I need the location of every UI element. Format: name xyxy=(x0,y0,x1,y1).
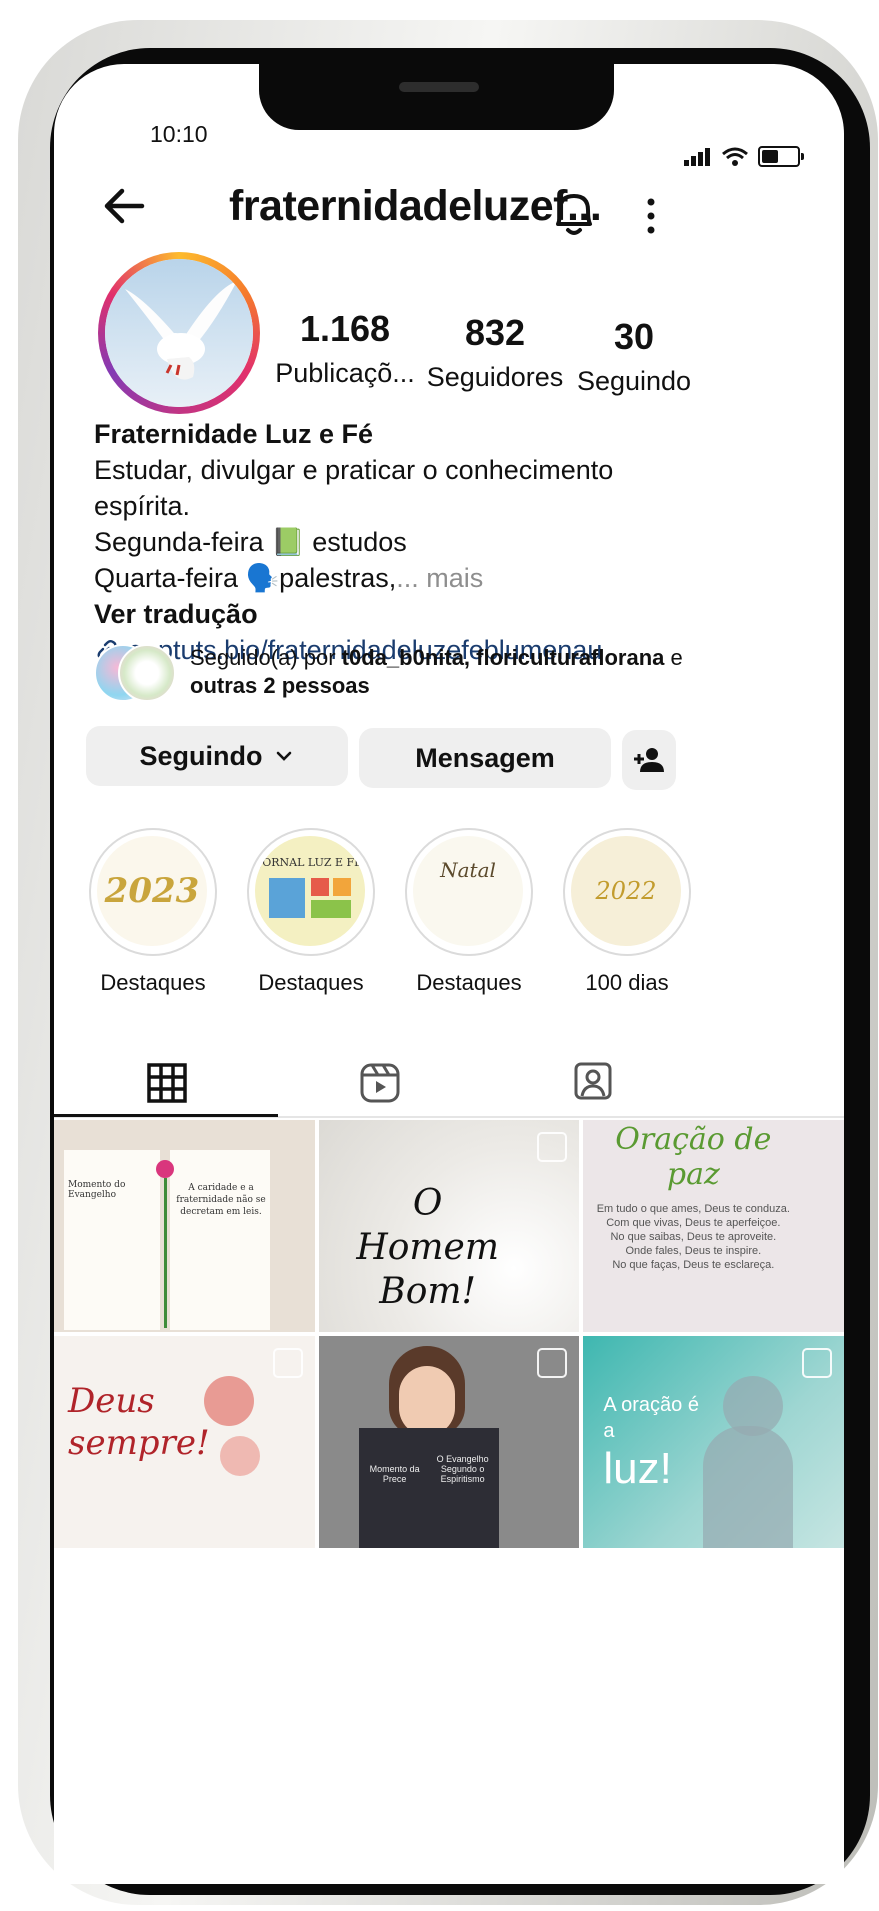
tagged-icon[interactable] xyxy=(572,1060,614,1102)
stat-following-value: 30 xyxy=(613,316,655,357)
post-thumbnail[interactable]: A oração é a luz! xyxy=(583,1336,844,1548)
post-thumbnail[interactable]: O Homem Bom! xyxy=(318,1120,580,1332)
battery-icon xyxy=(758,146,804,167)
following-button-label: Seguindo xyxy=(139,740,263,771)
stat-following[interactable]: 30 Seguindo xyxy=(564,316,704,397)
stat-posts-value: 1.168 xyxy=(299,308,391,349)
status-time: 10:10 xyxy=(150,121,208,147)
more-options-icon[interactable] xyxy=(636,192,666,252)
notch xyxy=(259,64,614,130)
highlight-label: 100 dias xyxy=(585,970,669,995)
avatar xyxy=(105,259,253,407)
post-thumbnail[interactable]: Oração de paz Em tudo o que ames, Deus t… xyxy=(583,1120,844,1332)
highlight-item[interactable]: JORNAL LUZ E FÉ Destaques xyxy=(246,828,376,996)
suggest-users-button[interactable] xyxy=(622,730,676,790)
highlight-cover-text: 2023 xyxy=(104,871,200,911)
more-link[interactable]: ... mais xyxy=(396,563,483,593)
posts-grid: Momento do Evangelho A caridade e a frat… xyxy=(54,1120,844,1548)
followed-by-and: e xyxy=(670,645,683,670)
story-highlights: 2023 Destaques JORNAL LUZ E FÉ Destaques xyxy=(88,828,692,996)
post-line: Com que vivas, Deus te aperfeiçoe. xyxy=(606,1217,781,1229)
translate-link[interactable]: Ver tradução xyxy=(94,596,714,632)
post-caption-big: luz! xyxy=(603,1444,672,1493)
bio-line: Segunda-feira 📗 estudos xyxy=(94,527,407,557)
stat-followers-label: Seguidores xyxy=(426,362,564,392)
post-lines: Em tudo o que ames, Deus te conduza. Com… xyxy=(593,1202,793,1272)
post-thumbnail[interactable]: Momento do Evangelho A caridade e a frat… xyxy=(54,1120,315,1332)
stat-posts[interactable]: 1.168 Publicaçõ... xyxy=(270,308,420,389)
highlight-cover-text: Natal xyxy=(440,858,496,882)
highlight-cover: JORNAL LUZ E FÉ xyxy=(247,828,375,956)
profile-avatar-ring[interactable] xyxy=(98,252,260,414)
post-caption: Momento do Evangelho xyxy=(68,1180,126,1200)
carousel-icon xyxy=(801,1348,832,1378)
post-caption: Deus sempre! xyxy=(68,1381,210,1463)
profile-bio: Fraternidade Luz e Fé Estudar, divulgar … xyxy=(94,416,714,668)
post-caption: Oração de paz xyxy=(615,1122,772,1192)
followed-by-names: t0da_b0nita, floriculturaflorana xyxy=(341,645,665,670)
stat-following-label: Seguindo xyxy=(576,366,692,396)
bell-icon[interactable] xyxy=(546,184,602,244)
highlight-cover-text: JORNAL LUZ E FÉ xyxy=(257,856,363,869)
highlight-cover: 2023 xyxy=(89,828,217,956)
carousel-icon xyxy=(537,1132,568,1162)
stat-followers[interactable]: 832 Seguidores xyxy=(420,312,570,393)
grid-icon[interactable] xyxy=(146,1062,188,1104)
highlight-label: Destaques xyxy=(100,970,206,995)
post-line: No que faças, Deus te esclareça. xyxy=(612,1259,775,1271)
post-line: Em tudo o que ames, Deus te conduza. xyxy=(596,1203,790,1215)
post-caption: O Homem Bom! xyxy=(356,1183,499,1312)
reels-icon[interactable] xyxy=(359,1062,401,1104)
highlight-item[interactable]: Natal Destaques xyxy=(404,828,534,996)
chevron-down-icon xyxy=(276,751,291,761)
following-button[interactable]: Seguindo xyxy=(86,726,348,786)
carousel-icon xyxy=(272,1348,303,1378)
post-quote: A caridade e a fraternidade não se decre… xyxy=(176,1183,266,1217)
carousel-icon xyxy=(537,1348,568,1378)
post-caption-secondary: O Evangelho Segundo o Espiritismo xyxy=(436,1454,489,1484)
stat-followers-value: 832 xyxy=(464,312,526,353)
active-tab-indicator xyxy=(54,1114,278,1117)
highlight-cover: 2022 xyxy=(563,828,691,956)
post-line: Onde fales, Deus te inspire. xyxy=(625,1245,762,1257)
bio-line: Estudar, divulgar e praticar o conhecime… xyxy=(94,455,614,521)
followed-by-prefix: Seguido(a) por xyxy=(190,645,336,670)
speaker xyxy=(399,82,479,92)
stat-posts-label: Publicaçõ... xyxy=(275,358,415,388)
message-button[interactable]: Mensagem xyxy=(359,728,611,788)
back-arrow-icon[interactable] xyxy=(96,176,156,236)
signal-icon xyxy=(684,147,712,166)
dove-picture xyxy=(105,259,253,407)
message-button-label: Mensagem xyxy=(415,742,555,773)
highlight-label: Destaques xyxy=(258,970,364,995)
followed-by[interactable]: Seguido(a) por t0da_b0nita, floricultura… xyxy=(94,644,734,702)
add-user-icon xyxy=(634,748,664,772)
profile-name: Fraternidade Luz e Fé xyxy=(94,419,374,449)
post-caption: Momento da Prece xyxy=(369,1464,420,1484)
highlight-cover-text: 2022 xyxy=(595,877,657,905)
post-caption: A oração é a xyxy=(603,1394,699,1442)
highlight-cover: Natal xyxy=(405,828,533,956)
mutual-followers-avatars xyxy=(94,644,176,702)
highlight-item[interactable]: 2023 Destaques xyxy=(88,828,218,996)
bio-line: Quarta-feira 🗣️palestras, xyxy=(94,563,397,593)
post-thumbnail[interactable]: Deus sempre! xyxy=(54,1336,315,1548)
post-line: No que saibas, Deus te aproveite. xyxy=(610,1231,777,1243)
highlight-label: Destaques xyxy=(416,970,522,995)
followed-by-text: Seguido(a) por t0da_b0nita, floricultura… xyxy=(190,644,683,700)
wifi-icon xyxy=(722,147,748,166)
status-icons xyxy=(684,146,804,167)
followed-by-others: outras 2 pessoas xyxy=(190,673,370,698)
highlight-item[interactable]: 2022 100 dias xyxy=(562,828,692,996)
post-thumbnail[interactable]: Momento da Prece O Evangelho Segundo o E… xyxy=(318,1336,580,1548)
screen: 10:10 fraternidadeluzef... 1.168 Publica… xyxy=(54,64,844,1884)
profile-tabs xyxy=(54,1052,844,1114)
avatar xyxy=(118,644,176,702)
